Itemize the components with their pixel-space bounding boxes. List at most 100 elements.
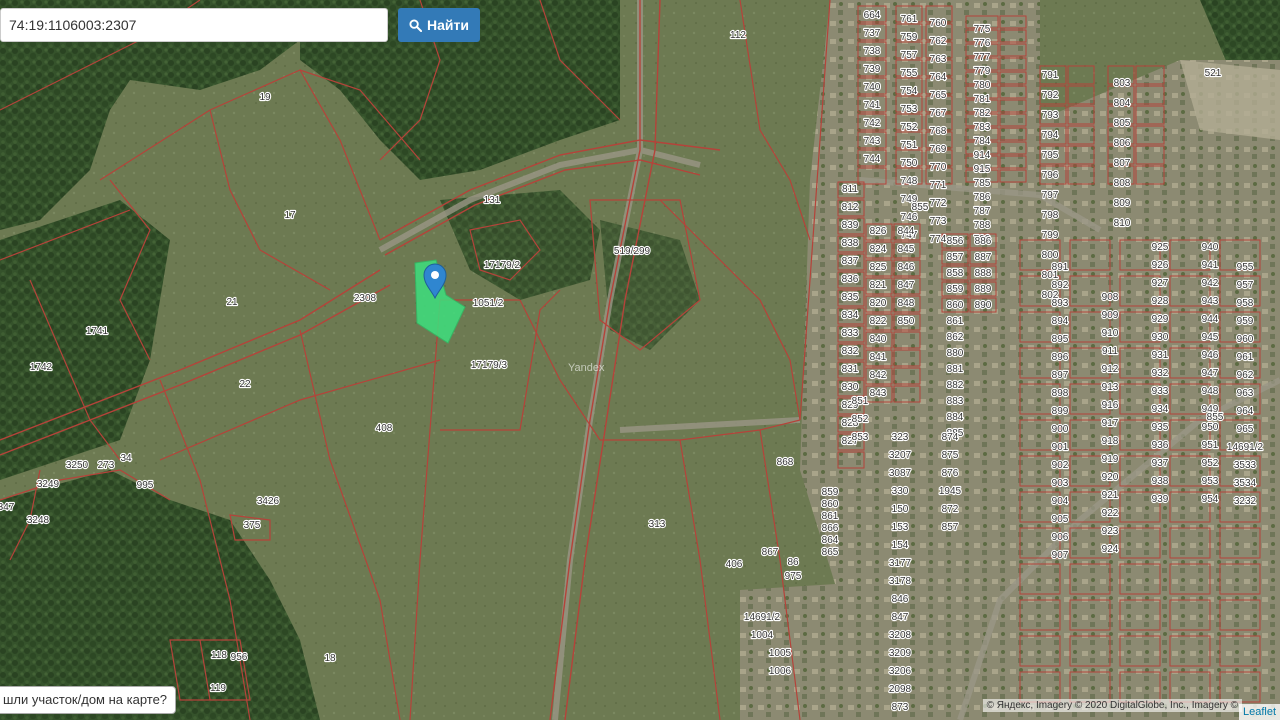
parcel-label: 153 xyxy=(892,522,909,533)
parcel-label: 881 xyxy=(947,364,964,375)
parcel-label: 957 xyxy=(1237,280,1254,291)
parcel-label: 1741 xyxy=(86,326,109,337)
parcel-label: 951 xyxy=(1202,440,1219,451)
parcel-label: 857 xyxy=(942,522,959,533)
parcel-label: 952 xyxy=(1202,458,1219,469)
parcel-label: 929 xyxy=(1152,314,1169,325)
parcel-label: 323 xyxy=(892,432,909,443)
parcel-label: 806 xyxy=(1114,138,1131,149)
parcel-label: 739 xyxy=(864,64,881,75)
parcel-label: 905 xyxy=(1052,514,1069,525)
parcel-label: 909 xyxy=(1102,310,1119,321)
parcel-label: 797 xyxy=(1042,190,1059,201)
parcel-label: 150 xyxy=(892,504,909,515)
parcel-label: 927 xyxy=(1152,278,1169,289)
parcel-label: 917 xyxy=(1102,418,1119,429)
parcel-label: 855 xyxy=(912,202,929,213)
parcel-label: 805 xyxy=(1114,118,1131,129)
parcel-label: 519/299 xyxy=(614,246,651,257)
parcel-label: 2098 xyxy=(889,684,912,695)
parcel-label: 875 xyxy=(942,450,959,461)
parcel-label: 408 xyxy=(376,423,393,434)
search-bar: Найти xyxy=(0,8,480,44)
parcel-label: 838 xyxy=(842,238,859,249)
parcel-label: 922 xyxy=(1102,508,1119,519)
parcel-label: 1005 xyxy=(769,648,792,659)
parcel-label: 943 xyxy=(1202,296,1219,307)
parcel-label: 850 xyxy=(898,316,915,327)
parcel-label: 859 xyxy=(822,487,839,498)
parcel-label: 832 xyxy=(842,346,859,357)
parcel-label: 912 xyxy=(1102,364,1119,375)
parcel-label: 86 xyxy=(787,557,799,568)
parcel-label: 807 xyxy=(1114,158,1131,169)
parcel-label: 955 xyxy=(1237,262,1254,273)
parcel-label: 784 xyxy=(974,136,991,147)
parcel-label: 880 xyxy=(947,348,964,359)
parcel-label: 890 xyxy=(975,300,992,311)
parcel-label: 779 xyxy=(974,66,991,77)
parcel-label: 857 xyxy=(947,252,964,263)
parcel-label: 830 xyxy=(842,382,859,393)
parcel-label: 964 xyxy=(1237,406,1254,417)
satellite-map[interactable]: 112 521 19 17 131 17179/2 519/299 1051/2 2308 21 1… xyxy=(0,0,1280,720)
parcel-label: 867 xyxy=(762,547,779,558)
parcel-label: 886 xyxy=(975,236,992,247)
parcel-label: 852 xyxy=(852,414,869,425)
parcel-label: 753 xyxy=(901,104,918,115)
parcel-label: 925 xyxy=(1152,242,1169,253)
parcel-label: 786 xyxy=(974,192,991,203)
parcel-label: 928 xyxy=(1152,296,1169,307)
parcel-label: 14691/2 xyxy=(1227,442,1264,453)
parcel-label: 3177 xyxy=(889,558,912,569)
parcel-label: 920 xyxy=(1102,472,1119,483)
parcel-label: 788 xyxy=(974,220,991,231)
parcel-label: 3178 xyxy=(889,576,912,587)
parcel-label: 787 xyxy=(974,206,991,217)
parcel-label: 755 xyxy=(901,68,918,79)
parcel-label: 3534 xyxy=(1234,478,1257,489)
parcel-label: 958 xyxy=(1237,298,1254,309)
parcel-label: 769 xyxy=(930,144,947,155)
parcel-label: 873 xyxy=(892,702,909,713)
help-prompt[interactable]: шли участок/дом на карте? xyxy=(0,686,177,714)
map-watermark: Yandex xyxy=(568,362,605,374)
parcel-label: 273 xyxy=(98,460,115,471)
parcel-label: 3087 xyxy=(889,468,912,479)
parcel-label: 946 xyxy=(1202,350,1219,361)
parcel-label: 876 xyxy=(942,468,959,479)
parcel-label: 785 xyxy=(974,178,991,189)
map-attribution: © Яндекс, Imagery © 2020 DigitalGlobe, I… xyxy=(982,699,1242,712)
leaflet-link[interactable]: Leaflet xyxy=(1238,704,1280,720)
parcel-label: 3250 xyxy=(66,460,89,471)
parcel-label: 894 xyxy=(1052,316,1069,327)
search-button[interactable]: Найти xyxy=(398,8,480,42)
map-canvas[interactable]: 112 521 19 17 131 17179/2 519/299 1051/2 2308 21 1… xyxy=(0,0,1280,720)
parcel-label: 842 xyxy=(870,370,887,381)
parcel-label: 953 xyxy=(1202,476,1219,487)
parcel-label: 112 xyxy=(730,30,746,41)
search-input[interactable] xyxy=(0,8,388,42)
parcel-label: 776 xyxy=(974,38,991,49)
parcel-label: 808 xyxy=(1114,178,1131,189)
parcel-label: 740 xyxy=(864,82,881,93)
parcel-label: 861 xyxy=(947,316,964,327)
parcel-label: 1945 xyxy=(939,486,962,497)
parcel-label: 804 xyxy=(1114,98,1131,109)
parcel-label: 896 xyxy=(1052,352,1069,363)
parcel-label: 975 xyxy=(785,571,802,582)
parcel-label: 34 xyxy=(120,453,132,464)
parcel-label: 752 xyxy=(901,122,918,133)
parcel-label: 764 xyxy=(930,72,947,83)
parcel-label: 897 xyxy=(1052,370,1069,381)
parcel-label: 313 xyxy=(649,519,666,530)
parcel-label: 1006 xyxy=(769,666,792,677)
parcel-label: 780 xyxy=(974,80,991,91)
parcel-label: 950 xyxy=(1202,422,1219,433)
parcel-label: 14691/2 xyxy=(744,612,781,623)
parcel-label: 347 xyxy=(0,502,15,513)
parcel-label: 935 xyxy=(1152,422,1169,433)
parcel-label: 799 xyxy=(1042,230,1059,241)
parcel-label: 940 xyxy=(1202,242,1219,253)
parcel-label: 330 xyxy=(892,486,909,497)
